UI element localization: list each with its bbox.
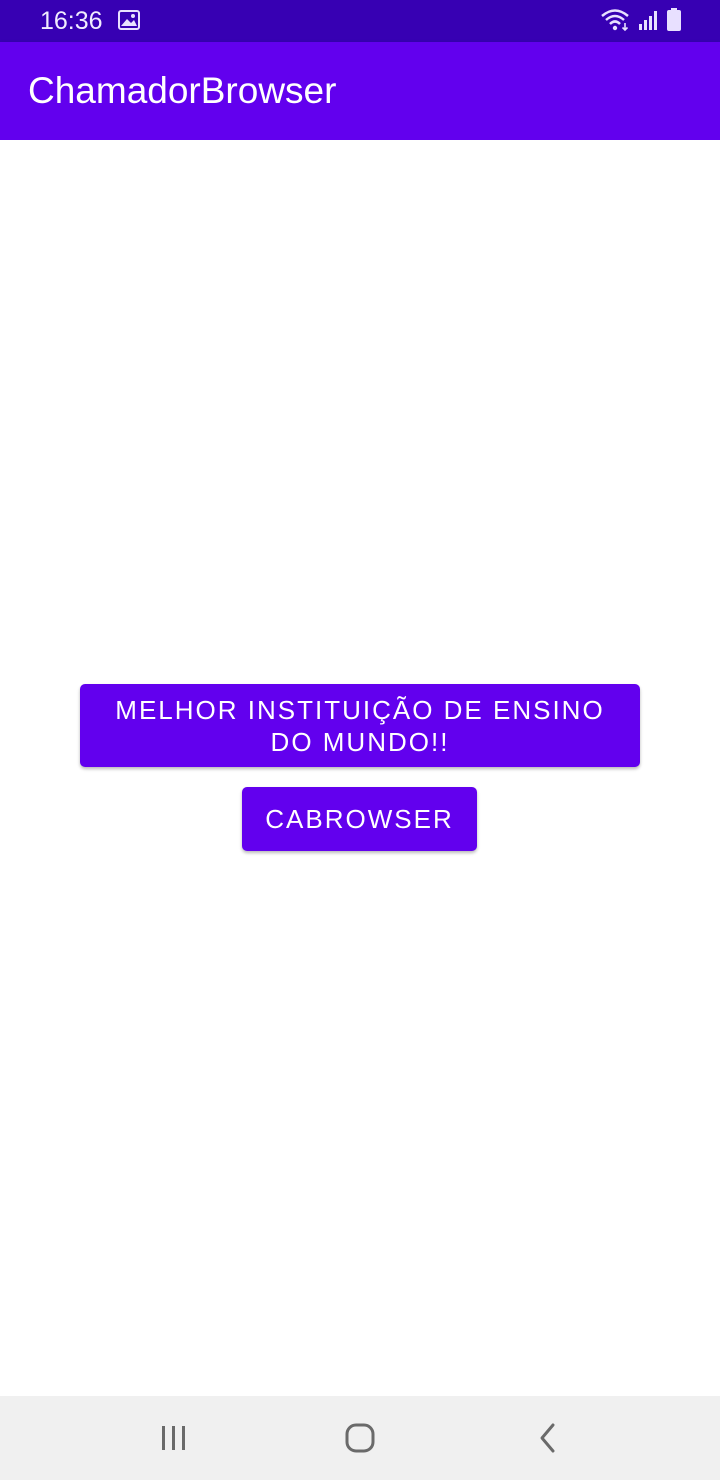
wifi-icon bbox=[600, 8, 630, 37]
app-bar: ChamadorBrowser bbox=[0, 42, 720, 140]
navigation-bar bbox=[0, 1396, 720, 1480]
status-icons bbox=[600, 8, 682, 37]
home-icon[interactable] bbox=[338, 1416, 382, 1460]
signal-icon bbox=[638, 9, 658, 36]
institution-button[interactable]: MELHOR INSTITUIÇÃO DE ENSINO DO MUNDO!! bbox=[80, 684, 640, 767]
back-icon[interactable] bbox=[526, 1416, 570, 1460]
recent-apps-icon[interactable] bbox=[152, 1416, 196, 1460]
battery-icon bbox=[666, 8, 682, 37]
image-icon bbox=[118, 10, 140, 35]
main-content: MELHOR INSTITUIÇÃO DE ENSINO DO MUNDO!! … bbox=[0, 140, 720, 1396]
app-title: ChamadorBrowser bbox=[28, 70, 337, 111]
status-bar: 16:36 bbox=[0, 0, 720, 42]
status-time: 16:36 bbox=[40, 7, 103, 35]
cabrowser-button[interactable]: CABROWSER bbox=[242, 787, 477, 851]
